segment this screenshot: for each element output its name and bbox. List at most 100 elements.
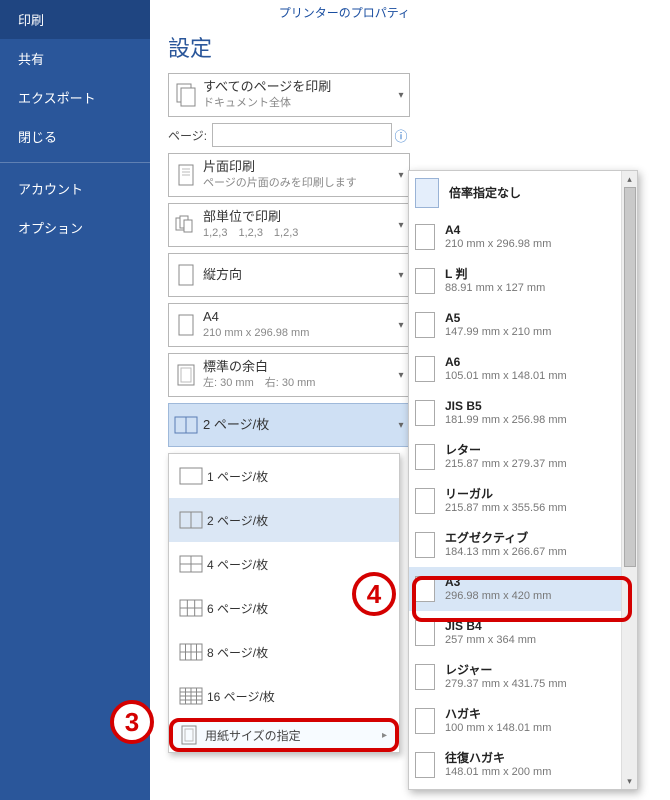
paper-swatch — [415, 532, 435, 558]
paper-size-name: レジャー — [445, 663, 567, 678]
paper-size-icon — [181, 725, 197, 745]
paper-size-option[interactable]: A5147.99 mm x 210 mm — [409, 303, 623, 347]
printer-properties-link[interactable]: プリンターのプロパティ — [168, 0, 410, 29]
paper-size-option[interactable]: L 判88.91 mm x 127 mm — [409, 259, 623, 303]
paper-size-name: JIS B5 — [445, 399, 567, 414]
info-icon[interactable]: ⓘ — [392, 126, 410, 145]
sidebar-item-account[interactable]: アカウント — [0, 169, 150, 208]
paper-size-option[interactable]: エグゼクティブ184.13 mm x 266.67 mm — [409, 523, 623, 567]
sidebar-item-export[interactable]: エクスポート — [0, 78, 150, 117]
paper-size-labels: エグゼクティブ184.13 mm x 266.67 mm — [445, 531, 567, 560]
print-scope-combo[interactable]: すべてのページを印刷 ドキュメント全体 ▾ — [168, 73, 410, 117]
paper-size-dims: 88.91 mm x 127 mm — [445, 282, 545, 296]
paper-size-name: ハガキ — [445, 707, 551, 722]
pps-option[interactable]: 8 ページ/枚 — [169, 630, 399, 674]
paper-size-name: 往復ハガキ — [445, 751, 551, 766]
paper-size-dims: 105.01 mm x 148.01 mm — [445, 370, 567, 384]
pps-option-label: 6 ページ/枚 — [207, 600, 268, 617]
pages-per-sheet-combo[interactable]: 2 ページ/枚 ▾ — [168, 403, 410, 447]
print-settings-panel: プリンターのプロパティ 設定 すべてのページを印刷 ドキュメント全体 ▾ ページ… — [150, 0, 420, 759]
combo-title: 縦方向 — [203, 267, 393, 284]
sidebar-item-share[interactable]: 共有 — [0, 39, 150, 78]
pages-row: ページ: ⓘ — [168, 123, 410, 147]
scroll-up-arrow[interactable]: ▴ — [622, 171, 637, 187]
pps-option[interactable]: 2 ページ/枚 — [169, 498, 399, 542]
combo-text: 縦方向 — [203, 267, 393, 284]
paper-size-dims: 184.13 mm x 266.67 mm — [445, 546, 567, 560]
paper-swatch — [415, 664, 435, 690]
paper-size-labels: JIS B5181.99 mm x 256.98 mm — [445, 399, 567, 428]
sidebar-item-close[interactable]: 閉じる — [0, 117, 150, 156]
paper-size-name: A3 — [445, 575, 551, 590]
combo-title: 片面印刷 — [203, 159, 393, 176]
paper-size-dims: 147.99 mm x 210 mm — [445, 326, 551, 340]
paper-size-labels: A5147.99 mm x 210 mm — [445, 311, 551, 340]
paper-size-option[interactable]: A6105.01 mm x 148.01 mm — [409, 347, 623, 391]
combo-text: 部単位で印刷 1,2,3 1,2,3 1,2,3 — [203, 209, 393, 240]
settings-heading: 設定 — [168, 31, 410, 63]
page-icon — [169, 314, 203, 336]
scroll-thumb[interactable] — [624, 187, 636, 567]
paper-size-option[interactable]: レジャー279.37 mm x 431.75 mm — [409, 655, 623, 699]
paper-size-labels: A3296.98 mm x 420 mm — [445, 575, 551, 604]
combo-subtitle: 左: 30 mm 右: 30 mm — [203, 376, 393, 390]
sidebar-item-label: オプション — [18, 221, 83, 236]
pps-option[interactable]: 4 ページ/枚 — [169, 542, 399, 586]
paper-swatch — [415, 400, 435, 426]
scrollbar[interactable]: ▴ ▾ — [621, 171, 637, 789]
combo-text: すべてのページを印刷 ドキュメント全体 — [203, 79, 393, 110]
paper-swatch — [415, 268, 435, 294]
pps-option[interactable]: 16 ページ/枚 — [169, 674, 399, 718]
scale-to-paper-size[interactable]: 用紙サイズの指定▸ — [169, 718, 399, 752]
paper-size-option[interactable]: A4210 mm x 296.98 mm — [409, 215, 623, 259]
chevron-right-icon: ▸ — [382, 730, 387, 741]
paper-size-labels: レジャー279.37 mm x 431.75 mm — [445, 663, 567, 692]
paper-size-name: A4 — [445, 223, 551, 238]
paper-size-option[interactable]: 往復ハガキ148.01 mm x 200 mm — [409, 743, 623, 787]
nup-icon — [175, 511, 207, 529]
paper-size-option[interactable]: ハガキ100 mm x 148.01 mm — [409, 699, 623, 743]
chevron-down-icon: ▾ — [393, 170, 409, 181]
sidebar-item-label: アカウント — [18, 182, 83, 197]
margins-icon — [169, 364, 203, 386]
paper-size-option[interactable]: 倍率指定なし — [409, 171, 623, 215]
sidebar-item-print[interactable]: 印刷 — [0, 0, 150, 39]
margins-combo[interactable]: 標準の余白 左: 30 mm 右: 30 mm ▾ — [168, 353, 410, 397]
paper-swatch — [415, 488, 435, 514]
paper-size-dims: 296.98 mm x 420 mm — [445, 590, 551, 604]
paper-size-dims: 279.37 mm x 431.75 mm — [445, 678, 567, 692]
chevron-down-icon: ▾ — [393, 420, 409, 431]
paper-swatch — [415, 708, 435, 734]
paper-size-labels: 往復ハガキ148.01 mm x 200 mm — [445, 751, 551, 780]
paper-size-option[interactable]: JIS B5181.99 mm x 256.98 mm — [409, 391, 623, 435]
sidebar-item-label: 印刷 — [18, 13, 44, 28]
paper-size-option[interactable]: A3296.98 mm x 420 mm — [409, 567, 623, 611]
pps-option[interactable]: 6 ページ/枚 — [169, 586, 399, 630]
pages-input[interactable] — [212, 123, 392, 147]
sidebar-item-label: 共有 — [18, 52, 44, 67]
paper-swatch — [415, 576, 435, 602]
combo-title: A4 — [203, 309, 393, 326]
sidebar-item-label: 閉じる — [18, 130, 57, 145]
combo-title: 部単位で印刷 — [203, 209, 393, 226]
combo-subtitle: 210 mm x 296.98 mm — [203, 326, 393, 340]
pps-option[interactable]: 1 ページ/枚 — [169, 454, 399, 498]
paper-size-labels: 倍率指定なし — [449, 186, 521, 201]
sides-combo[interactable]: 片面印刷 ページの片面のみを印刷します ▾ — [168, 153, 410, 197]
nup-icon — [175, 643, 207, 661]
collate-combo[interactable]: 部単位で印刷 1,2,3 1,2,3 1,2,3 ▾ — [168, 203, 410, 247]
paper-size-labels: リーガル215.87 mm x 355.56 mm — [445, 487, 567, 516]
combo-subtitle: ドキュメント全体 — [203, 96, 393, 110]
paper-size-name: エグゼクティブ — [445, 531, 567, 546]
paper-size-option[interactable]: レター215.87 mm x 279.37 mm — [409, 435, 623, 479]
pages-per-sheet-menu: 1 ページ/枚2 ページ/枚4 ページ/枚 6 ページ/枚 8 ページ/枚16 ペー… — [168, 453, 400, 753]
scroll-down-arrow[interactable]: ▾ — [622, 773, 637, 789]
paper-size-option[interactable]: JIS B4257 mm x 364 mm — [409, 611, 623, 655]
paper-swatch — [415, 752, 435, 778]
portrait-icon — [169, 264, 203, 286]
paper-size-option[interactable]: リーガル215.87 mm x 355.56 mm — [409, 479, 623, 523]
orientation-combo[interactable]: 縦方向 ▾ — [168, 253, 410, 297]
sidebar-item-options[interactable]: オプション — [0, 208, 150, 247]
paper-size-combo[interactable]: A4 210 mm x 296.98 mm ▾ — [168, 303, 410, 347]
paper-swatch — [415, 178, 439, 208]
